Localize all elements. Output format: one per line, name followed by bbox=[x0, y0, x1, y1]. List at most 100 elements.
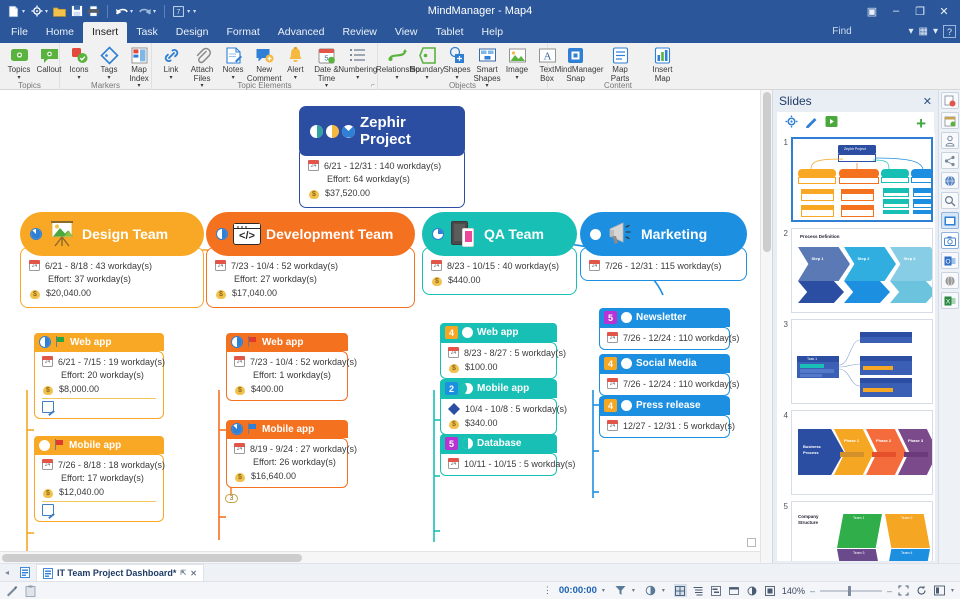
relationship-button[interactable]: Relationship ▾ bbox=[376, 43, 420, 81]
zoom-slider[interactable] bbox=[819, 585, 882, 596]
excel-panel-icon[interactable]: X bbox=[940, 292, 959, 309]
task-info-panel-icon[interactable] bbox=[940, 92, 959, 109]
presentation-view-button[interactable] bbox=[764, 584, 777, 597]
document-tab-pin-icon[interactable]: ⇱ bbox=[180, 569, 186, 577]
topic-social-media[interactable]: 4 Social Media 24 7/26 - 12/24 : 110 wor… bbox=[599, 354, 739, 396]
tab-design[interactable]: Design bbox=[167, 22, 218, 43]
topic-elements-dialog-launcher[interactable]: ⌐ bbox=[371, 82, 375, 89]
qa-database-header[interactable]: 5 Database bbox=[440, 434, 557, 453]
slide-thumbnail-3[interactable]: Task 1 bbox=[791, 319, 933, 404]
boundary-button[interactable]: Boundary ▾ bbox=[410, 43, 444, 81]
topic-newsletter[interactable]: 5 Newsletter 24 7/26 - 12/24 : 110 workd… bbox=[599, 308, 739, 350]
slides-list[interactable]: 1 Zephir Project 2 Process Definition St… bbox=[777, 134, 935, 561]
horizontal-scrollbar[interactable] bbox=[0, 551, 760, 563]
slide-thumbnail-1[interactable]: Zephir Project bbox=[791, 137, 933, 222]
topic-dev-web-app[interactable]: Web app 24 7/23 - 10/4 : 52 workday(s) E… bbox=[226, 333, 357, 401]
slide-thumbnail-5[interactable]: Company Structure Team 1 Team 2 Team 3 T… bbox=[791, 501, 933, 561]
zoom-in-button[interactable]: – bbox=[887, 586, 892, 596]
share-panel-icon[interactable] bbox=[940, 152, 959, 169]
topic-marketing[interactable]: Marketing 24 7/26 - 12/31 : 115 workday(… bbox=[580, 212, 747, 281]
topic-qa-web-app[interactable]: 4 Web app 24 8/23 - 8/27 : 5 workday(s) … bbox=[440, 323, 566, 379]
dev-web-app-header[interactable]: Web app bbox=[226, 333, 348, 351]
qa-team-header[interactable]: QA Team bbox=[422, 212, 577, 256]
alert-button[interactable]: Alert ▾ bbox=[280, 43, 310, 81]
list-item[interactable]: 2 Process Definition Step 1 Step 2 Step … bbox=[777, 225, 935, 316]
filter-caret[interactable]: ▾ bbox=[632, 587, 635, 594]
tab-insert[interactable]: Insert bbox=[82, 22, 128, 43]
topic-dev-mobile-app[interactable]: Mobile app 24 8/19 - 9/24 : 27 workday(s… bbox=[226, 420, 357, 488]
schedule-view-button[interactable] bbox=[728, 584, 741, 597]
slides-close-icon[interactable]: ✕ bbox=[923, 95, 932, 108]
zoom-out-button[interactable]: – bbox=[810, 586, 815, 596]
newsletter-header[interactable]: 5 Newsletter bbox=[599, 308, 730, 327]
note-icon[interactable] bbox=[42, 401, 54, 413]
filter-icon[interactable] bbox=[614, 584, 627, 597]
tab-view[interactable]: View bbox=[386, 22, 427, 43]
topic-press-release[interactable]: 4 Press release 24 12/27 - 12/31 : 5 wor… bbox=[599, 396, 735, 438]
tab-help[interactable]: Help bbox=[473, 22, 513, 43]
icons-button[interactable]: Icons ▾ bbox=[64, 43, 94, 81]
tab-review[interactable]: Review bbox=[333, 22, 385, 43]
development-team-header[interactable]: </> Development Team bbox=[206, 212, 415, 256]
insert-map-button[interactable]: Insert Map bbox=[641, 43, 684, 83]
slide-add-icon[interactable]: + bbox=[916, 115, 926, 132]
web-panel-icon[interactable] bbox=[940, 272, 959, 289]
ribbon-display-options-button[interactable]: ▣ bbox=[860, 1, 884, 21]
list-item[interactable]: 3 Task 1 bbox=[777, 316, 935, 407]
qa-mobile-app-header[interactable]: 2 Mobile app bbox=[440, 379, 557, 398]
mindmanager-snap-button[interactable]: MindManager Snap bbox=[552, 43, 604, 83]
map-view-button[interactable] bbox=[673, 584, 687, 597]
home-tab[interactable] bbox=[14, 564, 36, 582]
list-item[interactable]: 1 Zephir Project bbox=[777, 134, 935, 225]
tab-home[interactable]: Home bbox=[37, 22, 83, 43]
qa-web-app-header[interactable]: 4 Web app bbox=[440, 323, 557, 342]
topic-design-mobile-app[interactable]: Mobile app 24 7/26 - 8/18 : 18 workday(s… bbox=[34, 436, 165, 522]
topic-design-web-app[interactable]: Web app 24 6/21 - 7/15 : 19 workday(s) E… bbox=[34, 333, 165, 419]
snap-panel-icon[interactable] bbox=[940, 232, 959, 249]
social-media-header[interactable]: 4 Social Media bbox=[599, 354, 730, 373]
timer-icon[interactable]: ⋮ bbox=[541, 584, 554, 597]
maximize-button[interactable]: ❐ bbox=[908, 1, 932, 21]
marketing-header[interactable]: Marketing bbox=[580, 212, 747, 256]
collapse-ribbon-caret[interactable]: ▾ bbox=[908, 26, 913, 37]
topic-qa-team[interactable]: QA Team 24 8/23 - 10/15 : 40 workday(s) … bbox=[422, 212, 577, 295]
tab-format[interactable]: Format bbox=[217, 22, 268, 43]
dev-web-app-collapse-badge[interactable]: 3 bbox=[225, 494, 238, 503]
document-tab-close-icon[interactable]: ✕ bbox=[190, 569, 197, 578]
slide-play-icon[interactable] bbox=[825, 115, 838, 131]
topic-design-team[interactable]: Design Team 24 6/21 - 8/18 : 43 workday(… bbox=[20, 212, 204, 308]
zoom-slider-knob[interactable] bbox=[847, 585, 851, 596]
link-button[interactable]: Link ▾ bbox=[156, 43, 186, 81]
help-icon[interactable]: ? bbox=[943, 25, 956, 38]
vertical-scrollbar[interactable] bbox=[760, 90, 772, 563]
design-team-header[interactable]: Design Team bbox=[20, 212, 204, 256]
new-comment-button[interactable]: New Comment bbox=[247, 43, 282, 83]
topics-button[interactable]: Topics ▾ bbox=[4, 43, 34, 81]
layout-button[interactable] bbox=[933, 584, 946, 597]
find-input[interactable]: Find bbox=[782, 26, 902, 40]
design-mobile-app-header[interactable]: Mobile app bbox=[34, 436, 164, 454]
image-button[interactable]: Image ▾ bbox=[502, 43, 532, 81]
slide-thumbnail-4[interactable]: Business Process Phase 1 Phase 2 Phase 3 bbox=[791, 410, 933, 495]
resources-panel-icon[interactable] bbox=[940, 132, 959, 149]
shapes-button[interactable]: Shapes ▾ bbox=[442, 43, 472, 81]
gantt-view-button[interactable] bbox=[710, 584, 723, 597]
slide-edit-icon[interactable] bbox=[805, 115, 818, 131]
ribbon-grid-caret[interactable]: ▾ bbox=[933, 26, 938, 37]
tab-file[interactable]: File bbox=[2, 22, 37, 43]
schedule-panel-icon[interactable] bbox=[940, 112, 959, 129]
tags-button[interactable]: Tags ▾ bbox=[94, 43, 124, 81]
vertical-scroll-thumb[interactable] bbox=[763, 92, 771, 252]
refresh-button[interactable] bbox=[915, 584, 928, 597]
document-tab-it-team-project-dashboard[interactable]: IT Team Project Dashboard* ⇱ ✕ bbox=[36, 563, 204, 582]
canvas-resize-handle[interactable] bbox=[747, 538, 756, 547]
power-filter-icon[interactable] bbox=[644, 584, 657, 597]
topic-development-team[interactable]: </> Development Team 24 7/23 - 10/4 : 52… bbox=[206, 212, 415, 308]
list-item[interactable]: 4 Business Process Phase 1 Phase 2 Phase… bbox=[777, 407, 935, 498]
root-topic[interactable]: Zephir Project 24 6/21 - 12/31 : 140 wor… bbox=[299, 106, 465, 208]
timer-caret[interactable]: ▾ bbox=[602, 587, 605, 594]
world-panel-icon[interactable] bbox=[940, 172, 959, 189]
outline-view-button[interactable] bbox=[692, 584, 705, 597]
tab-tablet[interactable]: Tablet bbox=[426, 22, 472, 43]
tab-task[interactable]: Task bbox=[127, 22, 167, 43]
